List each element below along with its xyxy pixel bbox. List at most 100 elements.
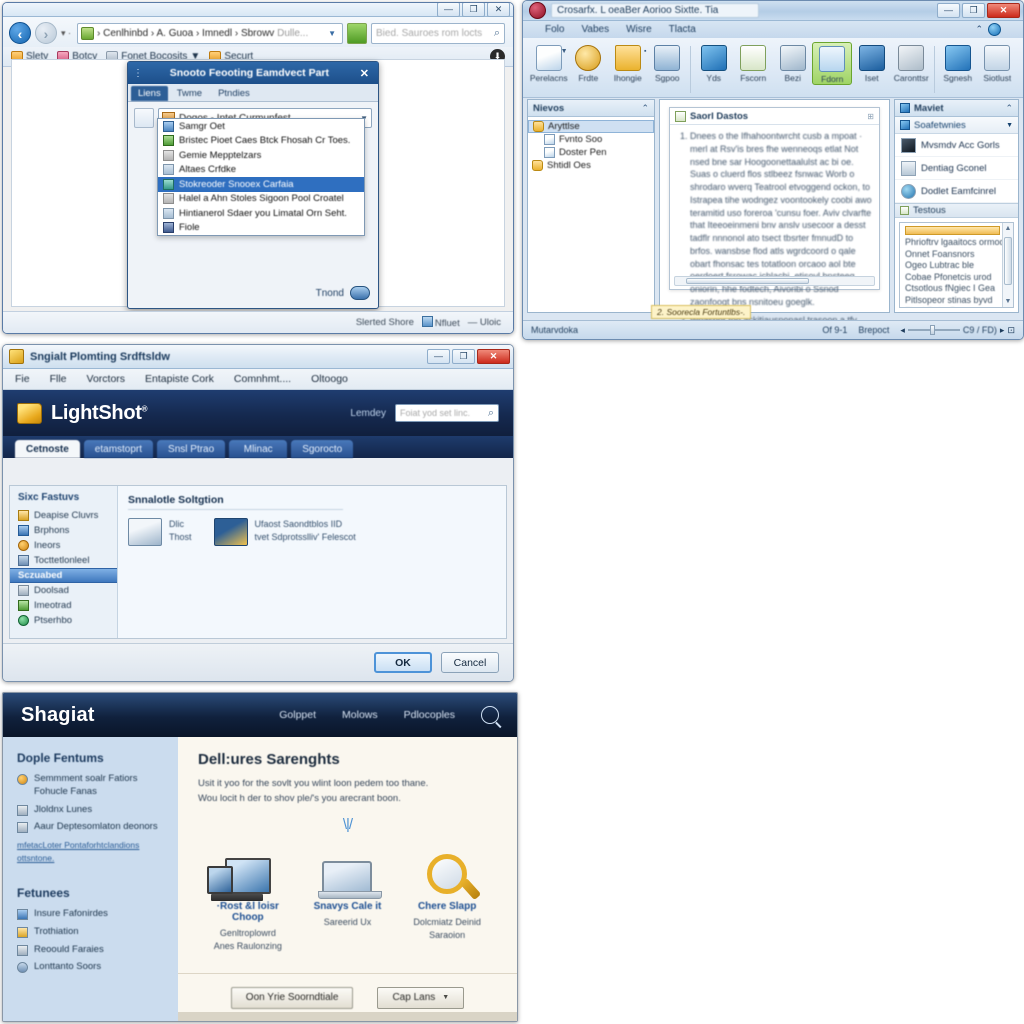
office-document-window[interactable]: Crosarfx. L oeaBer Aorioo Sixtte. Tia — … xyxy=(522,0,1024,340)
search-icon[interactable] xyxy=(481,706,499,724)
list-highlight-row[interactable] xyxy=(905,226,1000,235)
dialog-tab-1[interactable]: Twme xyxy=(170,86,209,101)
window2-titlebar[interactable]: Crosarfx. L oeaBer Aorioo Sixtte. Tia — … xyxy=(523,1,1023,21)
sidebar-link[interactable]: mfetacLoter Pontaforhtclandions ottsnton… xyxy=(17,839,164,864)
scrollbar-thumb[interactable] xyxy=(686,278,810,284)
sidebar-item-3[interactable]: Tocttetlonleel xyxy=(10,553,117,568)
snagit-footer[interactable]: Oon Yrie Soorndtiale Cap Lans ▼ xyxy=(178,973,517,1021)
zoom-slider[interactable]: ◂ C9 / FD) ▸ ⊡ xyxy=(900,325,1015,336)
dropdown-list[interactable]: Samgr Oet Bristec Pioet Caes Btck Fhosah… xyxy=(157,118,365,236)
chevron-down-icon[interactable]: ▼ xyxy=(442,994,449,1001)
lightshot-tabs[interactable]: Cetnoste etamstoprt Snsl Ptrao Mlinac Sg… xyxy=(3,436,513,458)
sidebar-item-7[interactable]: Ptserhbo xyxy=(10,613,117,628)
open-screenshot-button[interactable]: Oon Yrie Soorndtiale xyxy=(230,986,354,1009)
lightshot-settings-window[interactable]: Sngialt Plomting Srdftsldw — ❐ ✕ Fie Fll… xyxy=(2,344,514,682)
lightshot-footer[interactable]: OK Cancel xyxy=(3,643,513,681)
window2-controls[interactable]: — ❐ ✕ xyxy=(937,3,1020,18)
minimize-ribbon-icon[interactable]: ⌃ xyxy=(975,24,983,35)
breadcrumb[interactable]: › Cenlhinbd › A. Guoa › Imnedl › Sbrowv … xyxy=(97,28,322,39)
sidebar-item-1[interactable]: Jloldnx Lunes xyxy=(17,804,164,817)
nav-item-1[interactable]: Molows xyxy=(342,709,378,721)
document-pane[interactable]: Saorl Dastos ⊞ Dnees o the Ifhahoontwrch… xyxy=(659,99,890,337)
scrollbar-thumb[interactable] xyxy=(1004,237,1012,285)
side-item-0[interactable]: Mvsmdv Acc Gorls xyxy=(895,134,1018,157)
cancel-button[interactable]: Cancel xyxy=(441,652,499,673)
feature-card-0[interactable]: ·Rost &l loisr Choop Genltroplowrd Anes … xyxy=(200,832,296,953)
ribbon-button-7-active[interactable]: Fdorn xyxy=(812,42,853,85)
sidebar-item-2[interactable]: Ineors xyxy=(10,538,117,553)
window1-titlebar[interactable]: — ❐ ✕ xyxy=(3,3,513,17)
side-item-2[interactable]: Dodlet Eamfcinrel xyxy=(895,180,1018,203)
menu-item-3[interactable]: Tlacta xyxy=(669,24,696,35)
menu-item-2[interactable]: Vorctors xyxy=(87,373,126,385)
menu-item-1[interactable]: Vabes xyxy=(581,24,609,35)
dropdown-dot-icon[interactable]: ▪ xyxy=(644,48,646,55)
dialog-titlebar[interactable]: ⋮ Snooto Feooting Eamdvect Part ✕ xyxy=(128,62,378,84)
side-scroll-list[interactable]: Phrioftrv lgaaitocs ormod Onnet Foansnor… xyxy=(899,222,1014,308)
lightshot-sidebar[interactable]: Sixc Fastuvs Deapise Cluvrs Brphons Ineo… xyxy=(10,486,118,638)
list-row[interactable]: Ctsotlous fNgiec I Gea xyxy=(900,283,1013,295)
help-icon[interactable] xyxy=(988,23,1001,36)
snagit-sidebar[interactable]: Dople Fentums Semmment soalr Fatiors Foh… xyxy=(3,737,178,1021)
maximize-button[interactable]: ❐ xyxy=(452,349,475,364)
list-row[interactable]: Phrioftrv lgaaitocs ormod xyxy=(900,237,1013,249)
content-card-0[interactable]: Dlic Thost xyxy=(128,518,192,546)
list-item[interactable]: Altaes Crfdke xyxy=(158,163,364,178)
zoom-knob[interactable] xyxy=(929,325,935,335)
minimize-button[interactable]: — xyxy=(427,349,450,364)
ribbon-button-9[interactable]: Caronttsr xyxy=(892,42,932,83)
forward-arrow-icon[interactable]: › xyxy=(35,22,57,44)
window3-titlebar[interactable]: Sngialt Plomting Srdftsldw — ❐ ✕ xyxy=(3,345,513,369)
sidebar-feature-0[interactable]: Insure Fafonirdes xyxy=(17,908,164,921)
feature-card-1[interactable]: \|/ Snavys Cale it Sareerid Ux xyxy=(299,817,395,953)
sidebar-feature-3[interactable]: Lonttanto Soors xyxy=(17,961,164,974)
feature-cards[interactable]: ·Rost &l loisr Choop Genltroplowrd Anes … xyxy=(198,817,497,953)
list-item[interactable]: Samgr Oet xyxy=(158,119,364,134)
ribbon-button-8[interactable]: Iset xyxy=(852,42,892,83)
minimize-button[interactable]: — xyxy=(437,3,460,17)
tree-item-2[interactable]: Doster Pen xyxy=(528,146,654,159)
list-row[interactable]: Fiuel Reist Pooomornt. xyxy=(900,306,1013,307)
window3-menubar[interactable]: Fie Flle Vorctors Entapiste Cork Comnhmt… xyxy=(3,369,513,390)
list-row[interactable]: Cobae Pfonetcis urod xyxy=(900,272,1013,284)
navigation-pane[interactable]: Nievos ⌃ Aryttlse Fvnto Soo Doster Pen S… xyxy=(527,99,655,313)
window3-controls[interactable]: — ❐ ✕ xyxy=(427,349,510,364)
window2-menubar[interactable]: Folo Vabes Wisre Tlacta ⌃ xyxy=(523,21,1023,38)
close-button[interactable]: ✕ xyxy=(987,3,1020,18)
window-controls-mini-icon[interactable]: ⊞ xyxy=(867,112,874,121)
menu-item-3[interactable]: Entapiste Cork xyxy=(145,373,214,385)
sidebar-feature-1[interactable]: Trothiation xyxy=(17,926,164,939)
side-pane[interactable]: Maviet ⌃ Soafetwnies ▼ Mvsmdv Acc Gorls … xyxy=(894,99,1019,313)
list-item[interactable]: Hintianerol Sdaer you Limatal Orn Seht. xyxy=(158,206,364,221)
tab-0-active[interactable]: Cetnoste xyxy=(15,440,80,458)
ribbon-button-3[interactable]: Sgpoo xyxy=(648,42,688,83)
tree-item-1[interactable]: Fvnto Soo xyxy=(528,133,654,146)
sidebar-item-1[interactable]: Brphons xyxy=(10,523,117,538)
maximize-button[interactable]: ❐ xyxy=(462,3,485,17)
ribbon-button-11[interactable]: Siotlust xyxy=(978,42,1018,83)
tree-item-0[interactable]: Aryttlse xyxy=(528,120,654,133)
sidebar-item-0[interactable]: Deapise Cluvrs xyxy=(10,508,117,523)
chevron-down-icon[interactable]: ▼ xyxy=(561,48,568,55)
sidebar-item-0[interactable]: Semmment soalr Fatiors Fohucle Fanas xyxy=(17,773,164,799)
list-item[interactable]: Bristec Pioet Caes Btck Fhosah Cr Toes. xyxy=(158,134,364,149)
dialog-tab-2[interactable]: Ptndies xyxy=(211,86,257,101)
side-combobox[interactable]: Soafetwnies ▼ xyxy=(895,117,1018,134)
search-input[interactable]: Foiat yod set linc. ⌕ xyxy=(395,404,499,422)
scroll-up-arrow[interactable]: ▲ xyxy=(1005,223,1012,232)
list-row[interactable]: Ogeo Lubtrac ble xyxy=(900,260,1013,272)
side-item-1[interactable]: Dentiag Gconel xyxy=(895,157,1018,180)
menu-item-0[interactable]: Folo xyxy=(545,24,564,35)
feature-card-2[interactable]: Chere Slapp Dolcmiatz Deinid Saraoion xyxy=(399,832,495,953)
list-item-selected[interactable]: Stokreoder Snooex Carfaia xyxy=(158,177,364,192)
menubar-right[interactable]: ⌃ xyxy=(975,23,1001,36)
ribbon-button-4[interactable]: Yds xyxy=(694,42,734,83)
ribbon-button-2[interactable]: ▪ Ihongie xyxy=(608,42,648,83)
pin-icon[interactable]: ⌃ xyxy=(641,103,649,114)
ribbon-button-5[interactable]: Fscorn xyxy=(733,42,773,83)
language-selector[interactable]: Lemdey xyxy=(350,408,386,419)
scroll-down-arrow[interactable]: ▼ xyxy=(1005,298,1012,307)
ribbon-button-10[interactable]: Sgnesh xyxy=(938,42,978,83)
ok-button[interactable]: OK xyxy=(374,652,432,673)
dialog-tab-0[interactable]: Liens xyxy=(131,86,168,101)
